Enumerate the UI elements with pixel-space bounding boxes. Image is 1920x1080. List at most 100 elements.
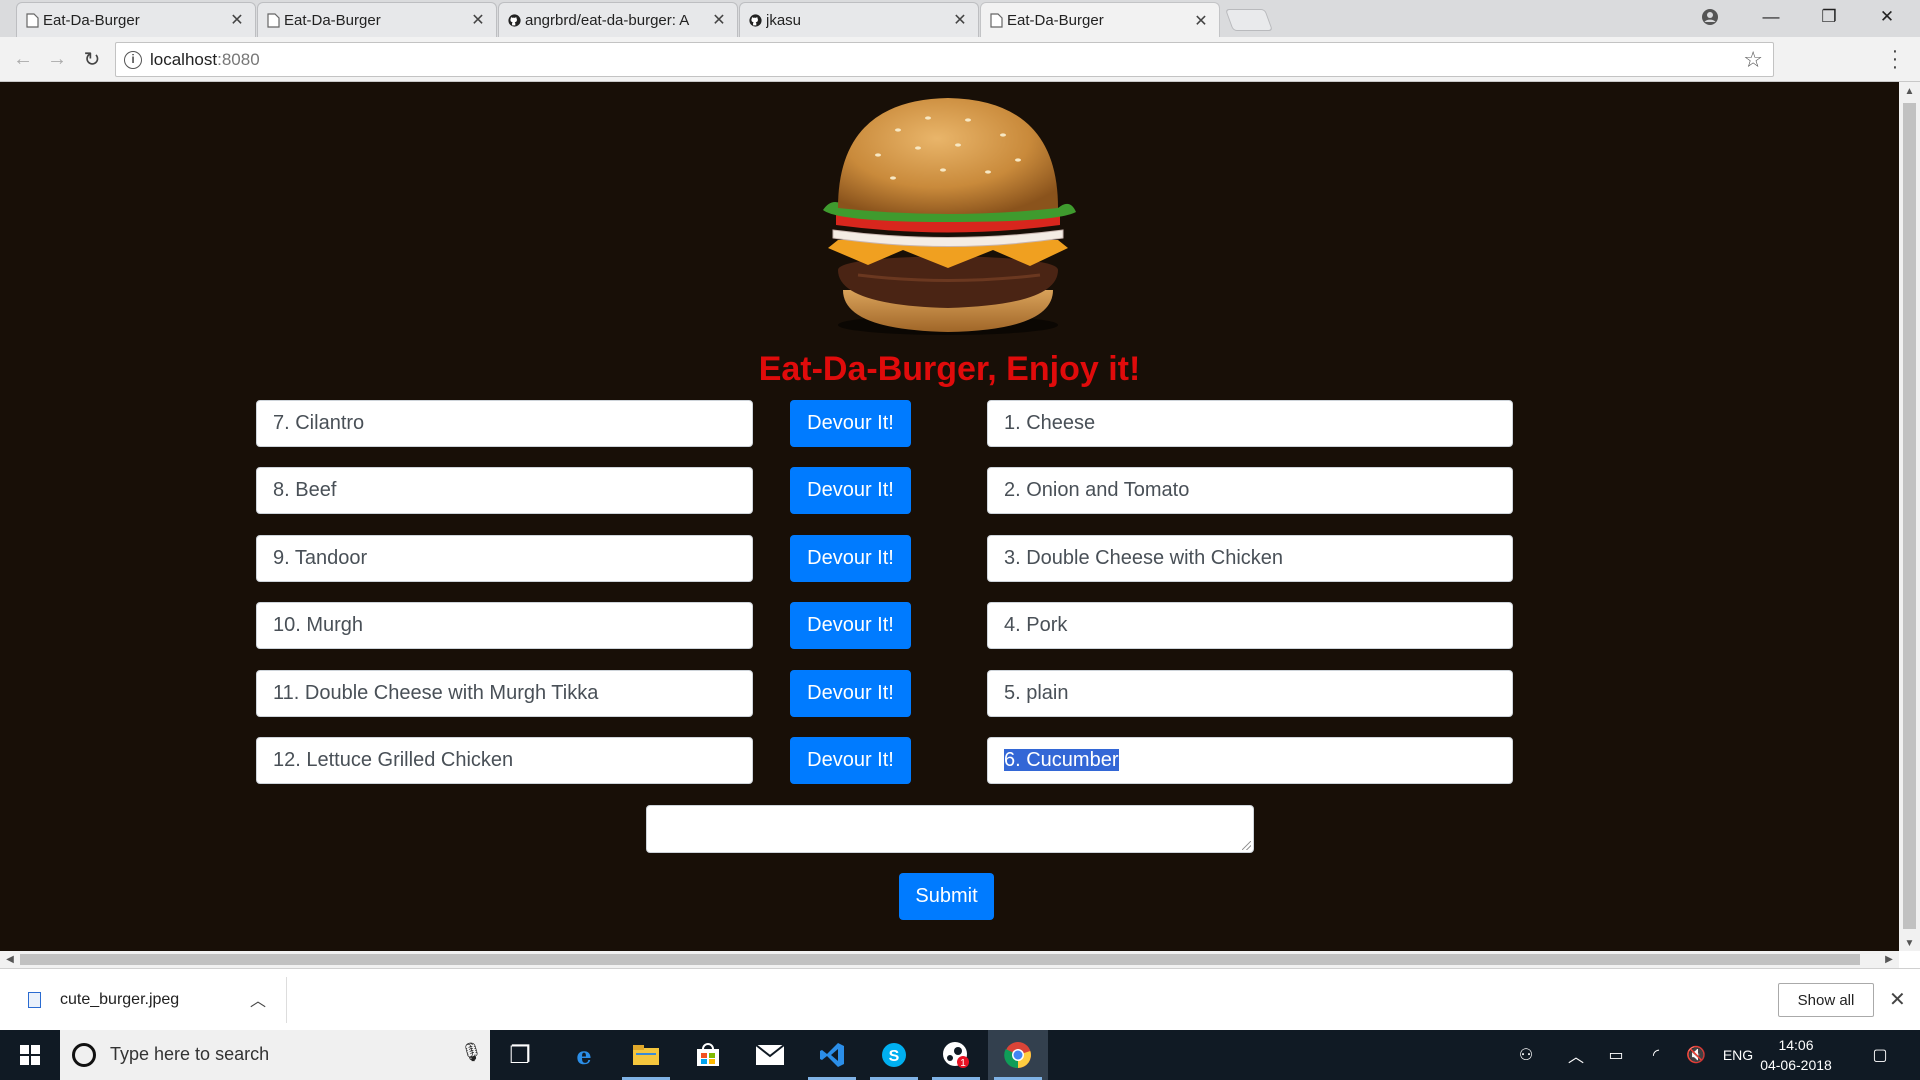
mail-icon[interactable]: [740, 1030, 800, 1080]
profile-icon[interactable]: [1681, 0, 1739, 34]
uneaten-burger-field[interactable]: 9. Tandoor: [256, 535, 753, 582]
minimize-icon[interactable]: —: [1742, 0, 1800, 34]
eaten-burger-field[interactable]: 3. Double Cheese with Chicken: [987, 535, 1513, 582]
reload-icon[interactable]: ↻: [79, 46, 105, 72]
date: 04-06-2018: [1760, 1057, 1832, 1073]
page-viewport: Eat-Da-Burger, Enjoy it! 7. Cilantro Dev…: [0, 82, 1899, 951]
chrome-menu-icon[interactable]: · · ·: [1889, 41, 1901, 77]
divider: [286, 977, 287, 1023]
language-indicator[interactable]: ENG: [1718, 1030, 1758, 1080]
close-shelf-icon[interactable]: ✕: [1889, 987, 1906, 1012]
url-text[interactable]: localhost:8080: [150, 50, 260, 70]
devour-button[interactable]: Devour It!: [790, 535, 911, 582]
devour-button[interactable]: Devour It!: [790, 400, 911, 447]
scroll-right-icon[interactable]: ▶: [1879, 951, 1899, 968]
selected-text: 6. Cucumber: [1004, 749, 1119, 771]
tab-close-icon[interactable]: ✕: [1193, 11, 1209, 31]
windows-taskbar: Type here to search 🎙 ❐ e S 1 ⚇ ︿ ▭ ◜ 🔇 …: [0, 1030, 1920, 1080]
back-arrow-icon[interactable]: ←: [10, 46, 36, 72]
steam-icon[interactable]: 1: [926, 1030, 986, 1080]
download-file-name[interactable]: cute_burger.jpeg: [60, 991, 179, 1009]
uneaten-burger-field[interactable]: 8. Beef: [256, 467, 753, 514]
battery-icon[interactable]: ▭: [1600, 1030, 1632, 1080]
clock[interactable]: 14:06 04-06-2018: [1756, 1035, 1836, 1075]
github-icon: [749, 14, 762, 27]
browser-tab-5-active[interactable]: Eat-Da-Burger ✕: [980, 2, 1220, 38]
uneaten-burger-field[interactable]: 12. Lettuce Grilled Chicken: [256, 737, 753, 784]
tab-close-icon[interactable]: ✕: [952, 10, 968, 30]
notification-badge: 1: [960, 1058, 966, 1069]
burger-row: 11. Double Cheese with Murgh Tikka Devou…: [0, 670, 1899, 717]
show-hidden-icons[interactable]: ︿: [1560, 1030, 1592, 1080]
uneaten-burger-field[interactable]: 10. Murgh: [256, 602, 753, 649]
vertical-scrollbar[interactable]: ▲ ▼: [1899, 82, 1920, 951]
store-icon[interactable]: [678, 1030, 738, 1080]
windows-logo-icon: [20, 1045, 40, 1065]
new-burger-textarea[interactable]: [646, 805, 1254, 853]
people-icon[interactable]: ⚇: [1510, 1030, 1542, 1080]
new-tab-button[interactable]: [1224, 9, 1274, 31]
scroll-left-icon[interactable]: ◀: [0, 951, 20, 968]
horizontal-scrollbar[interactable]: ◀ ▶: [0, 951, 1899, 968]
volume-muted-icon[interactable]: 🔇: [1680, 1030, 1712, 1080]
taskbar-search[interactable]: Type here to search 🎙: [60, 1030, 490, 1080]
eaten-burger-field[interactable]: 6. Cucumber: [987, 737, 1513, 784]
microphone-icon[interactable]: 🎙: [460, 1042, 483, 1063]
scroll-thumb[interactable]: [20, 954, 1860, 965]
page-icon: [990, 13, 1003, 28]
tab-label: Eat-Da-Burger: [43, 11, 140, 29]
restore-icon[interactable]: ❐: [1800, 0, 1858, 34]
forward-arrow-icon[interactable]: →: [44, 46, 70, 72]
eaten-burger-field[interactable]: 4. Pork: [987, 602, 1513, 649]
burger-row: 7. Cilantro Devour It! 1. Cheese: [0, 400, 1899, 447]
burger-row: 10. Murgh Devour It! 4. Pork: [0, 602, 1899, 649]
chevron-up-icon[interactable]: ︿: [250, 987, 266, 1011]
tab-close-icon[interactable]: ✕: [470, 10, 486, 30]
skype-icon[interactable]: S: [864, 1030, 924, 1080]
search-placeholder: Type here to search: [110, 1044, 270, 1064]
tab-close-icon[interactable]: ✕: [711, 10, 727, 30]
chrome-icon[interactable]: [988, 1030, 1048, 1080]
scroll-up-icon[interactable]: ▲: [1899, 86, 1920, 97]
devour-button[interactable]: Devour It!: [790, 467, 911, 514]
cortana-icon: [72, 1043, 96, 1067]
bookmark-star-icon[interactable]: ☆: [1743, 47, 1763, 73]
tab-strip: Eat-Da-Burger ✕ Eat-Da-Burger ✕ angrbrd/…: [0, 0, 1920, 38]
page-icon: [26, 13, 39, 28]
time: 14:06: [1778, 1037, 1814, 1053]
action-center-icon[interactable]: ▢: [1860, 1030, 1900, 1080]
browser-tab-1[interactable]: Eat-Da-Burger ✕: [16, 2, 256, 37]
devour-button[interactable]: Devour It!: [790, 670, 911, 717]
window-close-icon[interactable]: ✕: [1858, 0, 1916, 34]
svg-text:S: S: [889, 1048, 900, 1065]
tab-close-icon[interactable]: ✕: [229, 10, 245, 30]
image-file-icon[interactable]: [28, 992, 41, 1008]
vscode-icon[interactable]: [802, 1030, 862, 1080]
burger-row: 8. Beef Devour It! 2. Onion and Tomato: [0, 467, 1899, 514]
browser-tab-4[interactable]: jkasu ✕: [739, 2, 979, 37]
address-bar[interactable]: i localhost:8080 ☆: [115, 42, 1774, 77]
start-button[interactable]: [0, 1030, 60, 1080]
browser-tab-2[interactable]: Eat-Da-Burger ✕: [257, 2, 497, 37]
eaten-burger-field[interactable]: 1. Cheese: [987, 400, 1513, 447]
browser-tab-3[interactable]: angrbrd/eat-da-burger: A ✕: [498, 2, 738, 37]
file-explorer-icon[interactable]: [616, 1030, 676, 1080]
eaten-burger-field[interactable]: 2. Onion and Tomato: [987, 467, 1513, 514]
submit-button[interactable]: Submit: [899, 873, 994, 920]
uneaten-burger-field[interactable]: 11. Double Cheese with Murgh Tikka: [256, 670, 753, 717]
wifi-icon[interactable]: ◜: [1640, 1030, 1672, 1080]
scroll-down-icon[interactable]: ▼: [1899, 938, 1920, 949]
devour-button[interactable]: Devour It!: [790, 737, 911, 784]
page-icon: [267, 13, 280, 28]
uneaten-burger-field[interactable]: 7. Cilantro: [256, 400, 753, 447]
github-icon: [508, 14, 521, 27]
scroll-thumb[interactable]: [1903, 103, 1916, 929]
devour-button[interactable]: Devour It!: [790, 602, 911, 649]
eaten-burger-field[interactable]: 5. plain: [987, 670, 1513, 717]
info-icon[interactable]: i: [124, 51, 142, 69]
task-view-icon[interactable]: ❐: [490, 1030, 550, 1080]
show-all-button[interactable]: Show all: [1778, 983, 1874, 1017]
burger-row: 12. Lettuce Grilled Chicken Devour It! 6…: [0, 737, 1899, 784]
edge-icon[interactable]: e: [554, 1030, 614, 1080]
resize-grip-icon[interactable]: [1242, 841, 1251, 850]
